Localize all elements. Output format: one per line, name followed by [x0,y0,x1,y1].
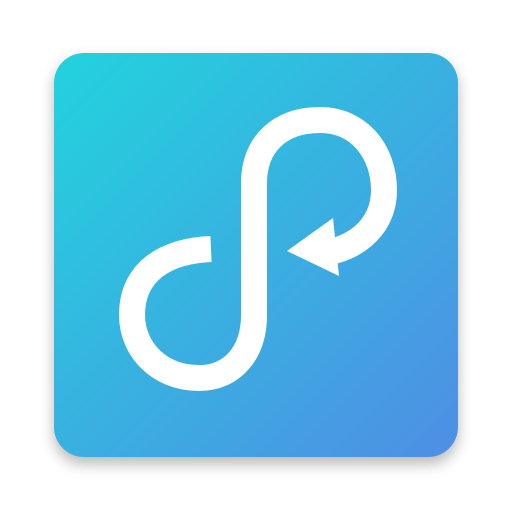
icon-canvas [0,0,512,512]
loop-arrow-icon [54,53,458,457]
app-icon[interactable] [54,53,458,457]
